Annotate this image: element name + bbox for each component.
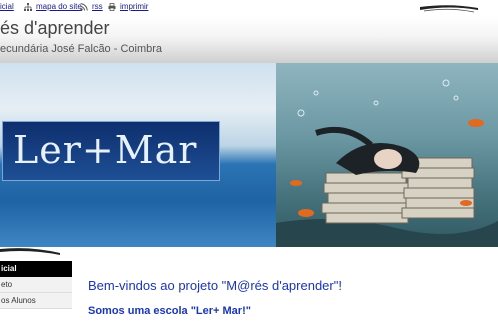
link-mapa-do-site[interactable]: mapa do site: [36, 2, 82, 11]
banner-sea-image: Ler+Mar: [0, 63, 276, 247]
top-utility-bar: icial mapa do site rss imprimir: [0, 0, 498, 16]
main-content: Bem-vindos ao projeto "M@rés d'aprender"…: [88, 278, 488, 317]
school-subheading: Somos uma escola "Ler+ Mar!": [88, 305, 251, 317]
menu-item-alunos[interactable]: os Alunos: [0, 293, 72, 309]
site-title: és d'aprender: [0, 18, 110, 38]
banner-underwater-illustration: [276, 63, 498, 247]
site-subtitle: ecundária José Falcão - Coimbra: [0, 43, 163, 55]
site-header: és d'aprender ecundária José Falcão - Co…: [0, 16, 498, 63]
sidebar-menu: icial eto os Alunos: [0, 261, 72, 309]
decorative-swoosh-left: [0, 248, 60, 255]
link-rss[interactable]: rss: [92, 2, 103, 11]
decorative-swoosh: [420, 5, 478, 13]
sitemap-icon: [24, 3, 32, 11]
menu-item-inicial[interactable]: icial: [0, 261, 72, 277]
underwater-scene-illustration: [276, 79, 498, 247]
logo-text: Ler+Mar: [13, 128, 198, 172]
menu-item-projeto[interactable]: eto: [0, 277, 72, 293]
printer-icon: [108, 3, 116, 11]
rss-icon: [80, 3, 88, 11]
link-imprimir[interactable]: imprimir: [120, 2, 148, 11]
content-divider: [0, 247, 498, 261]
link-inicial[interactable]: icial: [0, 2, 14, 11]
welcome-heading: Bem-vindos ao projeto "M@rés d'aprender"…: [88, 278, 342, 293]
ler-mar-logo: Ler+Mar: [2, 121, 220, 181]
banner: Ler+Mar: [0, 63, 498, 247]
